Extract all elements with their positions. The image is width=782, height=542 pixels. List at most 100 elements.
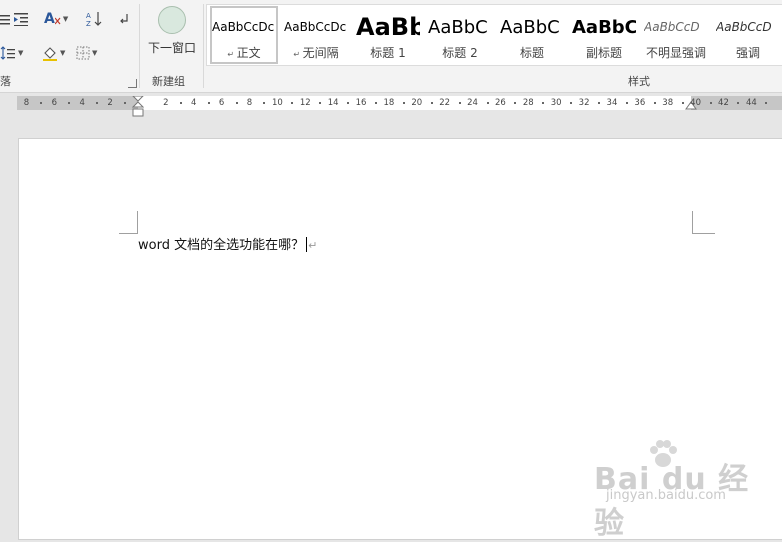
ruler-tick-dot [681,102,684,104]
ruler-tick-label: 2 [163,98,169,108]
ruler-tick-dot [625,102,628,104]
align-left-button[interactable] [0,10,12,28]
line-spacing-button[interactable]: ▼ [0,44,23,62]
ruler-tick-dot [653,102,656,104]
ruler-tick-label: 2 [107,98,113,108]
document-paragraph[interactable]: word 文档的全选功能在哪？ ↵ [138,237,317,254]
paragraph-return-icon [120,14,128,24]
sub-x-icon [54,17,61,25]
ruler-tick-dot [291,102,294,104]
ruler-tick-dot [179,102,182,104]
margin-corner-mark [692,211,715,234]
ruler-tick-label: 10 [271,98,283,108]
next-window-button[interactable]: 下一窗口 [146,6,198,56]
style-name: 强调 [735,46,760,60]
baidu-watermark: Bai du 经验 jingyan.baidu.com [594,436,774,541]
ruler-tick-label: 44 [745,98,757,108]
show-formatting-button[interactable] [12,10,32,28]
ruler-tick-dot [347,102,350,104]
dialog-launcher-icon[interactable] [128,79,137,88]
paragraph-mark-icon: ↵ [308,239,318,252]
ruler-tick-dot [124,102,127,104]
ruler-tick-dot [598,102,601,104]
ruler-tick-dot [96,102,99,104]
chevron-down-icon: ▼ [18,48,24,57]
shading-button[interactable]: ▼ [42,44,65,62]
ruler-tick-label: 6 [218,98,225,108]
ruler-tick-label: 28 [522,98,534,108]
margin-corner-mark [119,211,138,234]
ruler-tick-label: 8 [246,98,253,108]
document-text: word 文档的全选功能在哪？ [138,238,305,253]
style-preview: AaBbCcDc [284,20,347,34]
style-name: 不明显强调 [645,46,706,60]
character-format-button[interactable]: A ▼ [44,10,68,28]
style-name: 副标题 [585,46,622,60]
style-preview: AaBb [356,13,420,41]
ruler-tick-dot [430,102,433,104]
next-window-label: 下一窗口 [147,41,196,55]
ruler-tick-dot [235,102,238,104]
style-item-subtitle[interactable]: AaBbC 副标题 [569,5,639,65]
ruler-tick-label: 4 [79,98,85,108]
style-preview: AaBbCcDc [212,20,275,34]
ruler-tick-label: 36 [634,98,646,108]
paint-bucket-icon [43,47,57,61]
group-separator [203,4,204,88]
ruler-tick-label: 42 [718,98,729,108]
borders-button[interactable]: ▼ [76,44,97,62]
style-name: 标题 1 [370,46,406,60]
ruler-tick-label: 30 [550,98,562,108]
style-item-no-spacing[interactable]: AaBbCcDc ↵ 无间隔 [281,5,351,65]
style-preview: AaBbC [572,16,636,38]
style-item-heading2[interactable]: AaBbC 标题 2 [425,5,495,65]
style-item-emphasis[interactable]: AaBbCcD 强调 [713,5,782,65]
sort-az-icon: A Z [86,12,102,27]
show-hide-marks-button[interactable] [118,10,130,28]
ruler-tick-label: 8 [23,98,30,108]
ruler-tick-label: 40 [690,98,702,108]
ruler-tick-label: 32 [578,98,590,108]
ruler-tick-dot [458,102,461,104]
ribbon: A ▼ A Z ▼ ▼ ▼ 落 下一窗口 新建组 AaBbCcDc ↵ 正文 A… [0,0,782,93]
ruler-tick-dot [402,102,405,104]
group-separator [139,4,140,88]
styles-group-label: 样式 [628,75,650,88]
sort-button[interactable]: A Z [86,10,104,28]
indent-marker-icon[interactable] [132,96,144,118]
ruler-tick-dot [570,102,573,104]
ruler-tick-dot [765,102,768,104]
style-item-title[interactable]: AaBbC 标题 [497,5,567,65]
ruler-tick-label: 38 [662,98,674,108]
ruler-tick-label: 12 [299,98,311,108]
ruler-tick-dot [40,102,43,104]
ruler-tick-label: 6 [51,98,58,108]
ruler-tick-dot [374,102,377,104]
style-preview: AaBbC [500,16,560,38]
text-cursor [306,237,308,252]
watermark-url: jingyan.baidu.com [606,488,726,503]
chevron-down-icon: ▼ [60,48,66,57]
ruler-tick-dot [263,102,266,104]
ruler-tick-label: 14 [327,98,339,108]
style-name: 正文 [236,46,261,60]
ruler-tick-label: 20 [411,98,423,108]
ruler-tick-label: 22 [439,98,451,108]
style-item-subtle-emphasis[interactable]: AaBbCcD 不明显强调 [641,5,711,65]
next-window-icon [158,6,186,34]
ruler-tick-label: 16 [355,98,367,108]
line-spacing-icon [0,46,15,60]
ruler-tick-dot [737,102,740,104]
ruler-tick-label: 18 [383,98,395,108]
style-item-normal[interactable]: AaBbCcDc ↵ 正文 [209,5,279,65]
ruler-tick-dot [709,102,712,104]
ruler-tick-dot [207,102,210,104]
horizontal-ruler[interactable]: 8 6 4 2 2 4 6 8 10 12 14 16 18 20 22 24 26 28 30 32 34 36 38 40… [17,96,782,117]
style-item-heading1[interactable]: AaBb 标题 1 [353,5,423,65]
align-left-icon [0,15,10,25]
ruler-tick-label: 4 [191,98,197,108]
border-grid-icon [76,46,90,60]
style-preview: AaBbCcD [716,20,772,34]
ruler-tick-dot [319,102,322,104]
chevron-down-icon: ▼ [62,14,69,23]
